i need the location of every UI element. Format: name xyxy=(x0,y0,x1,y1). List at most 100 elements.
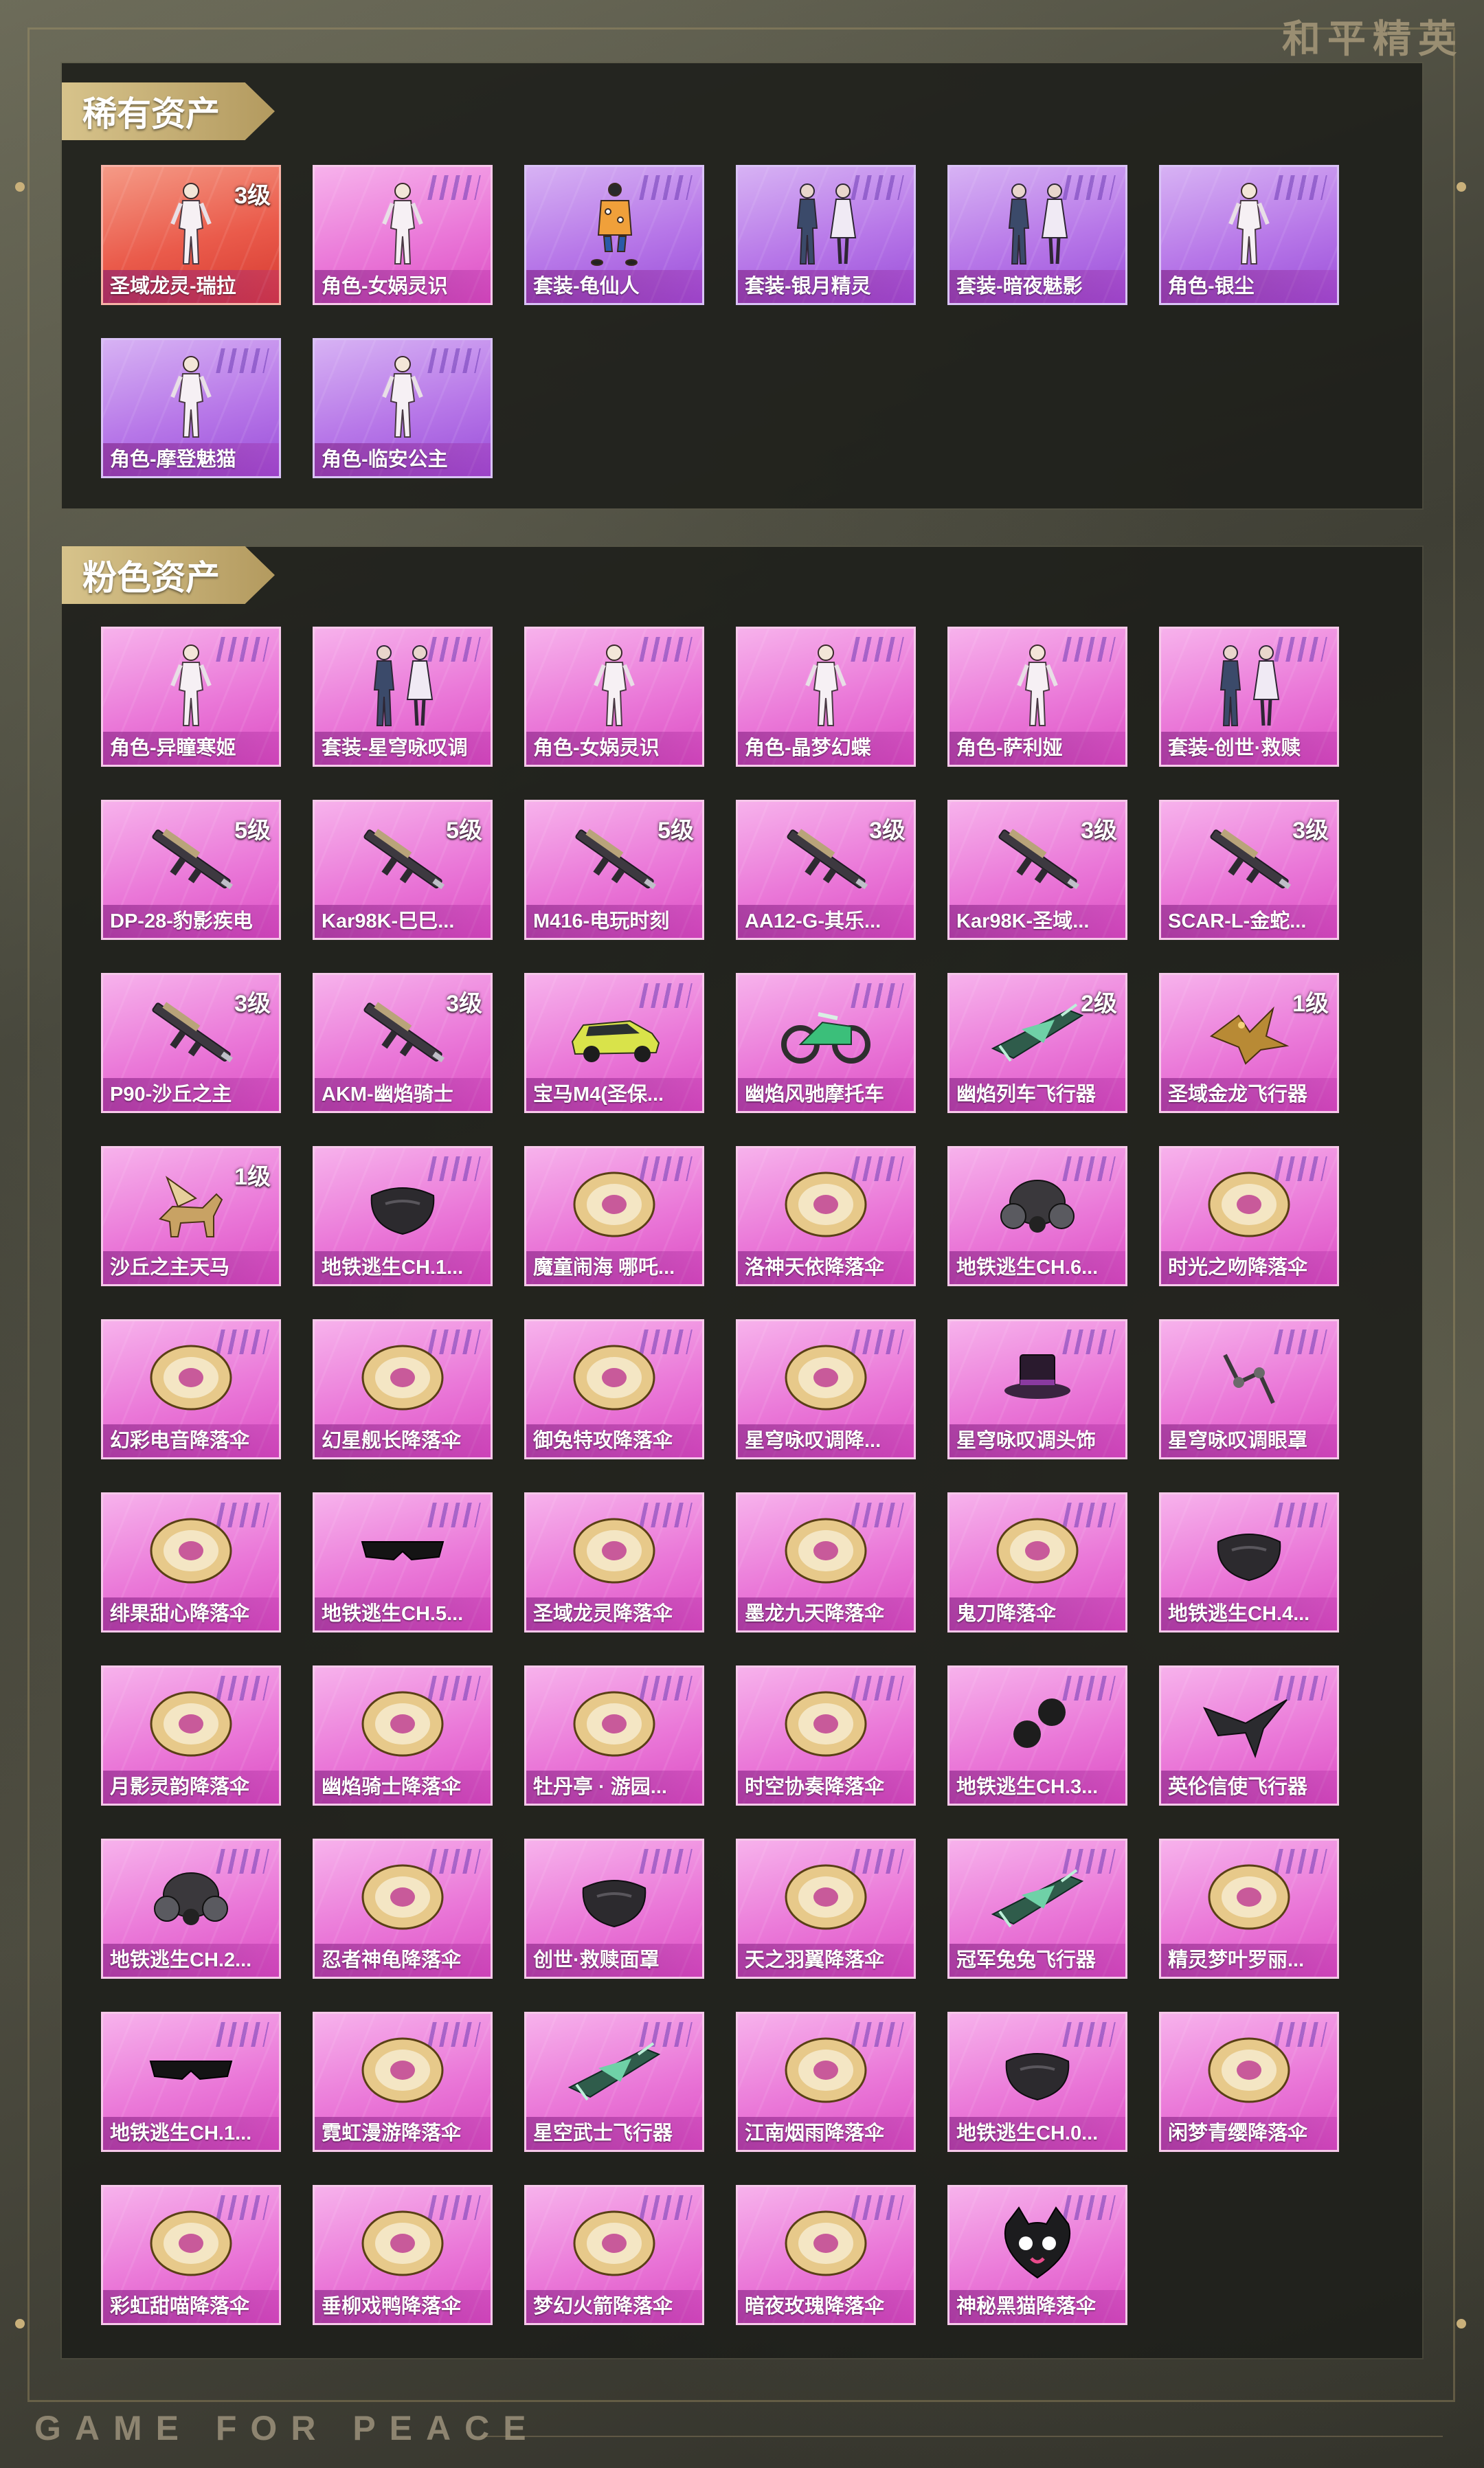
level-badge: 3级 xyxy=(1081,818,1117,844)
asset-card[interactable]: 英伦信使飞行器 xyxy=(1159,1665,1339,1806)
gas-mask-icon xyxy=(986,1158,1089,1254)
asset-card[interactable]: 闲梦青缨降落伞 xyxy=(1159,2012,1339,2152)
asset-card[interactable]: 梦幻火箭降落伞 xyxy=(524,2185,704,2325)
asset-card[interactable]: 神秘黑猫降落伞 xyxy=(947,2185,1127,2325)
asset-card[interactable]: 幻星舰长降落伞 xyxy=(313,1319,493,1459)
asset-card[interactable]: 5级 Kar98K-巳巳... xyxy=(313,800,493,940)
asset-card[interactable]: 暗夜玫瑰降落伞 xyxy=(736,2185,916,2325)
parachute-icon xyxy=(351,2197,454,2293)
aircraft-icon xyxy=(986,985,1089,1081)
asset-card[interactable]: 套装-暗夜魅影 xyxy=(947,165,1127,305)
asset-card[interactable]: 魔童闹海 哪吒... xyxy=(524,1146,704,1286)
asset-card[interactable]: 幽焰风驰摩托车 xyxy=(736,973,916,1113)
asset-card[interactable]: 鬼刀降落伞 xyxy=(947,1492,1127,1633)
asset-card[interactable]: 精灵梦叶罗丽... xyxy=(1159,1839,1339,1979)
section-title: 粉色资产 xyxy=(62,546,275,604)
asset-name: 套装-星穹咏叹调 xyxy=(315,732,491,765)
asset-card[interactable]: 时空协奏降落伞 xyxy=(736,1665,916,1806)
asset-card[interactable]: 忍者神龟降落伞 xyxy=(313,1839,493,1979)
asset-card[interactable]: 天之羽翼降落伞 xyxy=(736,1839,916,1979)
asset-name: DP-28-豹影疾电 xyxy=(103,905,279,938)
asset-card[interactable]: 圣域龙灵降落伞 xyxy=(524,1492,704,1633)
asset-card[interactable]: 星穹咏叹调头饰 xyxy=(947,1319,1127,1459)
parachute-icon xyxy=(139,1331,243,1427)
asset-name: 宝马M4(圣保... xyxy=(526,1078,702,1111)
asset-card[interactable]: 地铁逃生CH.3... xyxy=(947,1665,1127,1806)
rifle-icon xyxy=(563,811,666,908)
asset-card[interactable]: 角色-晶梦幻蝶 xyxy=(736,627,916,767)
asset-name: 闲梦青缨降落伞 xyxy=(1161,2117,1337,2150)
asset-card[interactable]: 2级 幽焰列车飞行器 xyxy=(947,973,1127,1113)
asset-card[interactable]: 地铁逃生CH.1... xyxy=(313,1146,493,1286)
asset-card[interactable]: 5级 M416-电玩时刻 xyxy=(524,800,704,940)
rifle-icon xyxy=(774,811,877,908)
asset-card[interactable]: 江南烟雨降落伞 xyxy=(736,2012,916,2152)
asset-name: 墨龙九天降落伞 xyxy=(738,1597,914,1630)
asset-card[interactable]: 地铁逃生CH.4... xyxy=(1159,1492,1339,1633)
asset-card[interactable]: 星穹咏叹调眼罩 xyxy=(1159,1319,1339,1459)
rifle-icon xyxy=(139,811,243,908)
asset-card[interactable]: 霓虹漫游降落伞 xyxy=(313,2012,493,2152)
asset-card[interactable]: 冠军兔兔飞行器 xyxy=(947,1839,1127,1979)
asset-name: 月影灵韵降落伞 xyxy=(103,1771,279,1804)
asset-card[interactable]: 1级 沙丘之主天马 xyxy=(101,1146,281,1286)
asset-card[interactable]: 垂柳戏鸭降落伞 xyxy=(313,2185,493,2325)
asset-card[interactable]: 幽焰骑士降落伞 xyxy=(313,1665,493,1806)
parachute-icon xyxy=(563,1677,666,1773)
asset-card[interactable]: 牡丹亭 · 游园... xyxy=(524,1665,704,1806)
asset-name: 圣域龙灵降落伞 xyxy=(526,1597,702,1630)
asset-card[interactable]: 5级 DP-28-豹影疾电 xyxy=(101,800,281,940)
asset-card[interactable]: 套装-创世·救赎 xyxy=(1159,627,1339,767)
asset-name: 地铁逃生CH.0... xyxy=(949,2117,1125,2150)
asset-card[interactable]: 时光之吻降落伞 xyxy=(1159,1146,1339,1286)
asset-card[interactable]: 套装-星穹咏叹调 xyxy=(313,627,493,767)
asset-name: 地铁逃生CH.1... xyxy=(103,2117,279,2150)
asset-name: 冠军兔兔飞行器 xyxy=(949,1944,1125,1977)
asset-card[interactable]: 星穹咏叹调降... xyxy=(736,1319,916,1459)
asset-card[interactable]: 创世·救赎面罩 xyxy=(524,1839,704,1979)
asset-card[interactable]: 洛神天依降落伞 xyxy=(736,1146,916,1286)
level-badge: 1级 xyxy=(1292,991,1329,1017)
asset-card[interactable]: 3级 AKM-幽焰骑士 xyxy=(313,973,493,1113)
asset-name: 地铁逃生CH.5... xyxy=(315,1597,491,1630)
asset-card[interactable]: 地铁逃生CH.5... xyxy=(313,1492,493,1633)
character-figure-icon xyxy=(986,638,1089,734)
asset-card[interactable]: 角色-萨利娅 xyxy=(947,627,1127,767)
parachute-icon xyxy=(563,2197,666,2293)
asset-card[interactable]: 角色-女娲灵识 xyxy=(313,165,493,305)
asset-card[interactable]: 星空武士飞行器 xyxy=(524,2012,704,2152)
asset-card[interactable]: 套装-龟仙人 xyxy=(524,165,704,305)
asset-card[interactable]: 幻彩电音降落伞 xyxy=(101,1319,281,1459)
asset-card[interactable]: 月影灵韵降落伞 xyxy=(101,1665,281,1806)
parachute-icon xyxy=(774,1504,877,1600)
asset-name: 角色-晶梦幻蝶 xyxy=(738,732,914,765)
asset-card[interactable]: 套装-银月精灵 xyxy=(736,165,916,305)
asset-card[interactable]: 墨龙九天降落伞 xyxy=(736,1492,916,1633)
asset-card[interactable]: 角色-摩登魅猫 xyxy=(101,338,281,478)
asset-card[interactable]: 1级 圣域金龙飞行器 xyxy=(1159,973,1339,1113)
car-icon xyxy=(563,985,666,1081)
asset-card[interactable]: 角色-女娲灵识 xyxy=(524,627,704,767)
asset-card[interactable]: 3级 P90-沙丘之主 xyxy=(101,973,281,1113)
asset-card[interactable]: 地铁逃生CH.2... xyxy=(101,1839,281,1979)
asset-card[interactable]: 3级 AA12-G-其乐... xyxy=(736,800,916,940)
asset-card[interactable]: 地铁逃生CH.6... xyxy=(947,1146,1127,1286)
level-badge: 3级 xyxy=(234,183,271,209)
asset-card[interactable]: 3级 圣域龙灵-瑞拉 xyxy=(101,165,281,305)
asset-card[interactable]: 绯果甜心降落伞 xyxy=(101,1492,281,1633)
asset-card[interactable]: 角色-临安公主 xyxy=(313,338,493,478)
asset-name: 梦幻火箭降落伞 xyxy=(526,2290,702,2323)
asset-name: 彩虹甜喵降落伞 xyxy=(103,2290,279,2323)
asset-name: 英伦信使飞行器 xyxy=(1161,1771,1337,1804)
asset-card[interactable]: 宝马M4(圣保... xyxy=(524,973,704,1113)
parachute-icon xyxy=(139,2197,243,2293)
asset-card[interactable]: 彩虹甜喵降落伞 xyxy=(101,2185,281,2325)
asset-card[interactable]: 3级 Kar98K-圣域... xyxy=(947,800,1127,940)
asset-card[interactable]: 3级 SCAR-L-金蛇... xyxy=(1159,800,1339,940)
parachute-icon xyxy=(774,2197,877,2293)
asset-card[interactable]: 御兔特攻降落伞 xyxy=(524,1319,704,1459)
asset-card[interactable]: 地铁逃生CH.0... xyxy=(947,2012,1127,2152)
asset-card[interactable]: 角色-异瞳寒姬 xyxy=(101,627,281,767)
asset-card[interactable]: 角色-银尘 xyxy=(1159,165,1339,305)
asset-card[interactable]: 地铁逃生CH.1... xyxy=(101,2012,281,2152)
